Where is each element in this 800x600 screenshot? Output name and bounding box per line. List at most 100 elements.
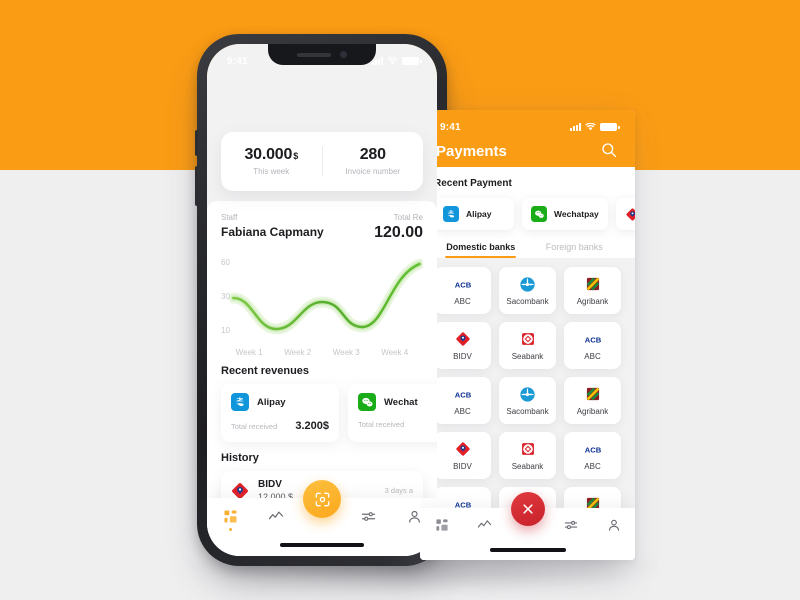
- page-title: Payments: [436, 142, 507, 160]
- bank-cell[interactable]: BIDV: [434, 322, 491, 369]
- search-icon[interactable]: [601, 142, 619, 160]
- sacombank-logo-icon: [519, 385, 537, 403]
- tab-domestic-banks[interactable]: Domestic banks: [434, 242, 528, 258]
- recent-revenue-amount: 3.200$: [295, 420, 329, 432]
- staff-revenue-row: Staff Fabiana Capmany Total Re 120.00: [221, 213, 423, 242]
- recent-revenue-foot: Total received: [358, 420, 437, 429]
- bank-cell[interactable]: Seabank: [499, 432, 556, 479]
- chart-line-icon: [268, 511, 284, 520]
- bank-cell[interactable]: ACB ABC: [564, 322, 621, 369]
- recent-revenue-label: Total received: [231, 422, 278, 431]
- scan-button[interactable]: [303, 480, 341, 518]
- sliders-icon: [564, 520, 577, 530]
- recent-payment-chip[interactable]: Alipay: [434, 198, 514, 230]
- active-tab-dot: [228, 528, 232, 531]
- bank-cell[interactable]: ACB ABC: [564, 432, 621, 479]
- acb-logo-icon: ACB: [454, 275, 472, 293]
- stat-invoice-number: 280 Invoice number: [321, 146, 424, 176]
- chart-plot-area: [228, 258, 423, 335]
- recent-revenue-brand: Alipay: [257, 396, 286, 408]
- bank-name: Seabank: [511, 462, 544, 471]
- phone-device-payments: 9:41 Payments Recent Payment Alipay Wech…: [420, 110, 635, 560]
- device-volume-up-button[interactable]: [195, 130, 198, 156]
- bank-name: ABC: [454, 297, 471, 306]
- wechat-logo-icon: [531, 206, 547, 222]
- x-tick-week-2: Week 2: [284, 348, 312, 357]
- sidebar-item-profile[interactable]: [597, 518, 631, 532]
- tab-foreign-banks[interactable]: Foreign banks: [528, 242, 622, 258]
- sliders-icon: [361, 512, 375, 521]
- bank-cell[interactable]: Seabank: [499, 322, 556, 369]
- acb-logo-icon: ACB: [584, 330, 602, 348]
- stat-this-week: 30.000$ This week: [221, 146, 322, 176]
- close-button[interactable]: [510, 492, 545, 526]
- svg-text:ACB: ACB: [454, 280, 471, 289]
- alipay-logo-icon: [231, 393, 249, 411]
- earpiece-speaker-icon: [297, 52, 331, 57]
- recent-revenue-card[interactable]: Wechat Total received: [348, 384, 437, 442]
- total-revenue-amount: 120.00: [374, 224, 423, 241]
- bank-cell[interactable]: Sacombank: [499, 267, 556, 314]
- recent-revenues-title: Recent revenues: [221, 365, 310, 377]
- acb-logo-icon: ACB: [454, 385, 472, 403]
- payments-titlebar: Payments: [420, 137, 635, 165]
- signal-bars-icon: [570, 123, 581, 131]
- grid-icon: [224, 510, 236, 523]
- alipay-logo-icon: [443, 206, 459, 222]
- recent-revenue-foot: Total received 3.200$: [231, 420, 329, 432]
- status-time: 9:41: [440, 121, 461, 133]
- recent-revenue-head: Alipay: [231, 393, 329, 411]
- chart-line-icon: [477, 520, 492, 528]
- x-tick-week-1: Week 1: [235, 348, 263, 357]
- bank-cell[interactable]: Sacombank: [499, 377, 556, 424]
- bank-name: ABC: [584, 462, 601, 471]
- front-camera-icon: [340, 51, 347, 58]
- sidebar-item-dashboard[interactable]: [213, 509, 247, 531]
- recent-payment-list: Alipay Wechatpay W: [434, 198, 635, 230]
- recent-revenue-card[interactable]: Alipay Total received 3.200$: [221, 384, 339, 442]
- recent-payment-chip[interactable]: Wechatpay: [522, 198, 608, 230]
- sidebar-item-filters[interactable]: [351, 509, 385, 524]
- history-time: 3 days a: [384, 486, 413, 495]
- bank-category-tabs: Domestic banks Foreign banks: [434, 242, 621, 258]
- staff-label: Staff: [221, 213, 238, 222]
- staff-name: Fabiana Capmany: [221, 225, 324, 239]
- bank-name: BIDV: [453, 352, 472, 361]
- bank-name: Agribank: [576, 297, 609, 306]
- payments-header: 9:41 Payments: [420, 110, 635, 167]
- seabank-logo-icon: [519, 330, 537, 348]
- bank-cell[interactable]: Agribank: [564, 267, 621, 314]
- bank-name: ABC: [584, 352, 601, 361]
- status-bar-payments: 9:41: [420, 110, 635, 140]
- recent-payment-chip[interactable]: W: [615, 198, 635, 230]
- sidebar-item-filters[interactable]: [554, 518, 588, 532]
- device-volume-down-button[interactable]: [195, 166, 198, 206]
- home-indicator[interactable]: [280, 543, 364, 547]
- bank-cell[interactable]: ACB ABC: [434, 377, 491, 424]
- signal-bars-icon: [372, 57, 383, 65]
- stat-label: This week: [253, 167, 290, 176]
- bidv-logo-icon: [454, 330, 472, 348]
- bank-name: Agribank: [576, 407, 609, 416]
- stat-value: 280: [359, 146, 386, 163]
- sidebar-item-analytics[interactable]: [259, 509, 293, 524]
- home-indicator[interactable]: [489, 548, 566, 552]
- bank-cell[interactable]: ACB ABC: [434, 267, 491, 314]
- bank-cell[interactable]: Agribank: [564, 377, 621, 424]
- history-title: History: [221, 452, 259, 464]
- bank-cell[interactable]: BIDV: [434, 432, 491, 479]
- sidebar-item-analytics[interactable]: [468, 518, 502, 532]
- agribank-logo-icon: [584, 385, 602, 403]
- svg-text:ACB: ACB: [584, 335, 601, 344]
- history-bank: BIDV: [258, 479, 282, 490]
- revenue-line-chart: 60 30 10 Week 1 Week 2 Week 3 Week 4: [221, 250, 423, 357]
- bank-name: BIDV: [453, 462, 472, 471]
- chart-x-axis: Week 1 Week 2 Week 3 Week 4: [221, 348, 423, 357]
- status-icons: [372, 57, 422, 65]
- wifi-icon: [585, 123, 596, 131]
- recent-payment-section: Recent Payment Alipay Wechatpay Domestic…: [420, 167, 635, 258]
- device-notch: [268, 44, 376, 65]
- bidv-logo-icon: [231, 482, 249, 500]
- sidebar-item-dashboard[interactable]: [425, 518, 459, 532]
- bidv-logo-icon: [454, 440, 472, 458]
